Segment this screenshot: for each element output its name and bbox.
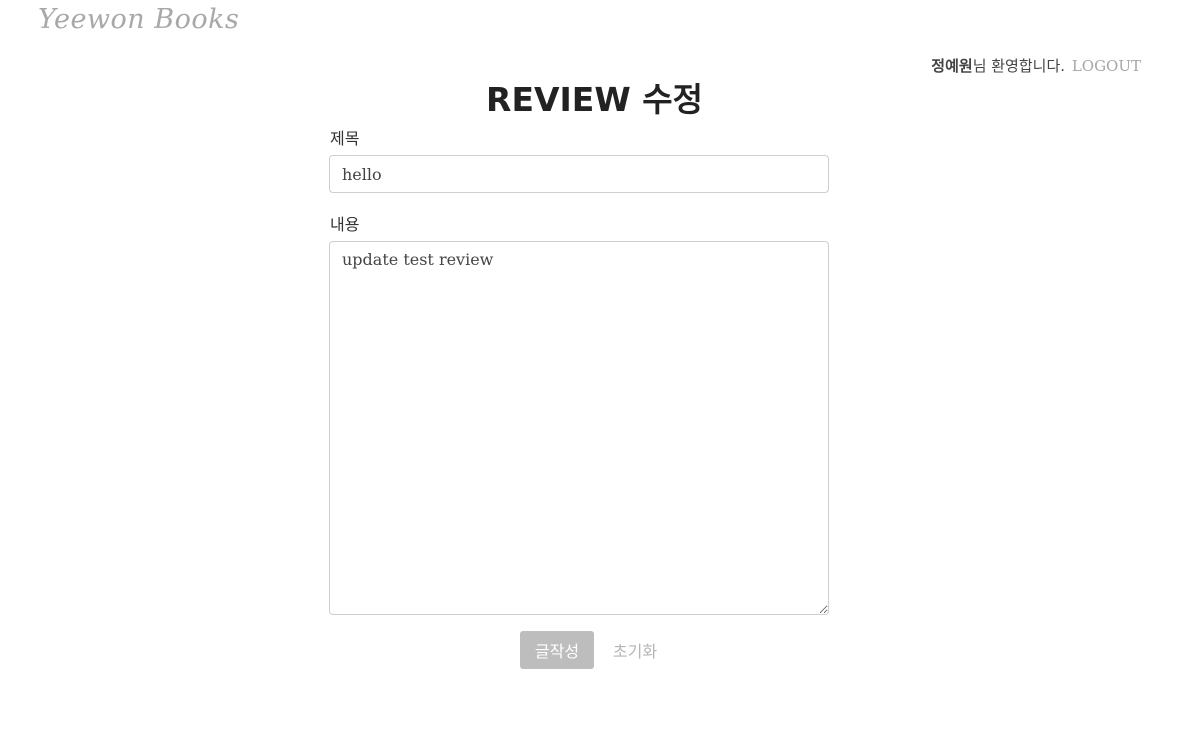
title-input[interactable] [329, 155, 829, 193]
content-label: 내용 [330, 215, 360, 234]
content-textarea[interactable]: update test review [329, 241, 829, 615]
site-logo[interactable]: Yeewon Books [38, 4, 239, 35]
title-label: 제목 [330, 129, 360, 148]
page-title: REVIEW 수정 [486, 80, 703, 119]
submit-button[interactable]: 글작성 [520, 631, 594, 669]
reset-button[interactable]: 초기화 [603, 631, 667, 669]
